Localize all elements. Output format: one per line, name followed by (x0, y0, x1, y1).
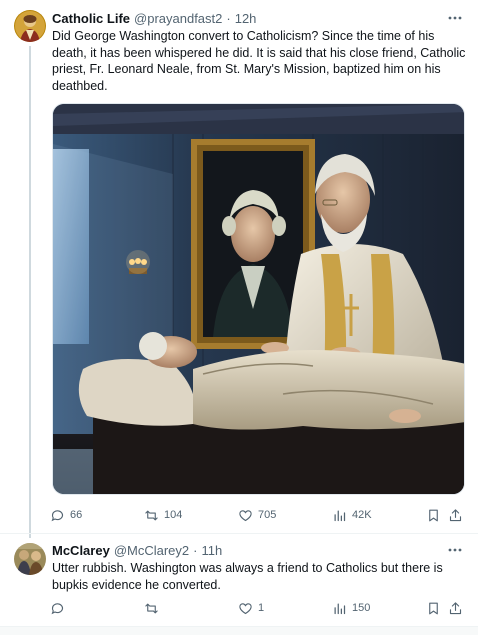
reply-icon (51, 509, 64, 521)
heart-icon (239, 602, 252, 614)
retweet-icon (145, 510, 158, 520)
views-icon (334, 603, 346, 614)
more-icon[interactable] (446, 10, 464, 26)
tweet-actions: 66 104 705 42K (50, 504, 468, 526)
views-icon (334, 510, 346, 521)
like-count: 705 (258, 509, 277, 521)
reply-author-avatar[interactable] (14, 543, 46, 575)
reply-button[interactable] (50, 597, 70, 619)
reply-text: Utter rubbish. Washington was always a f… (52, 561, 443, 592)
bookmark-button[interactable] (426, 597, 441, 619)
reply-button[interactable]: 66 (50, 504, 82, 526)
views-count: 150 (352, 602, 371, 614)
like-button[interactable]: 1 (238, 597, 264, 619)
tweet-image[interactable] (52, 103, 465, 495)
retweet-count: 104 (164, 509, 183, 521)
retweet-button[interactable] (144, 597, 164, 619)
heart-icon (239, 509, 252, 521)
display-name[interactable]: Catholic Life (52, 11, 130, 27)
retweet-button[interactable]: 104 (144, 504, 182, 526)
share-button[interactable] (448, 504, 463, 526)
share-icon (449, 601, 462, 614)
thread-line (29, 46, 31, 538)
tweet-header: Catholic Life @prayandfast2 · 12h (52, 11, 448, 27)
timestamp[interactable]: 12h (235, 11, 257, 27)
views-button[interactable]: 42K (332, 504, 372, 526)
reply-header: McClarey @McClarey2 · 11h (52, 543, 448, 559)
handle[interactable]: @prayandfast2 (134, 11, 222, 27)
reply-handle[interactable]: @McClarey2 (114, 543, 189, 559)
bookmark-icon (429, 602, 438, 614)
more-icon[interactable] (446, 542, 464, 558)
reply-timestamp[interactable]: 11h (201, 543, 222, 559)
bookmark-button[interactable] (426, 504, 441, 526)
separator: · (226, 11, 231, 26)
reply-separator: · (193, 543, 198, 558)
main-tweet: Catholic Life @prayandfast2 · 12h Did Ge… (0, 0, 478, 538)
reply-count: 66 (70, 509, 83, 521)
bookmark-icon (429, 509, 438, 521)
tweet-text: Did George Washington convert to Catholi… (52, 29, 466, 93)
reply-icon (51, 602, 64, 614)
share-button[interactable] (448, 597, 463, 619)
retweet-icon (145, 603, 158, 613)
share-icon (449, 508, 462, 521)
like-count: 1 (258, 602, 265, 614)
reply-actions: 1 150 (50, 597, 468, 619)
reply-tweet: McClarey @McClarey2 · 11h Utter rubbish.… (0, 534, 478, 629)
reply-display-name[interactable]: McClarey (52, 543, 110, 559)
next-tweet-edge (0, 626, 478, 635)
views-button[interactable]: 150 (332, 597, 370, 619)
author-avatar[interactable] (14, 10, 46, 42)
like-button[interactable]: 705 (238, 504, 276, 526)
views-count: 42K (352, 509, 372, 521)
